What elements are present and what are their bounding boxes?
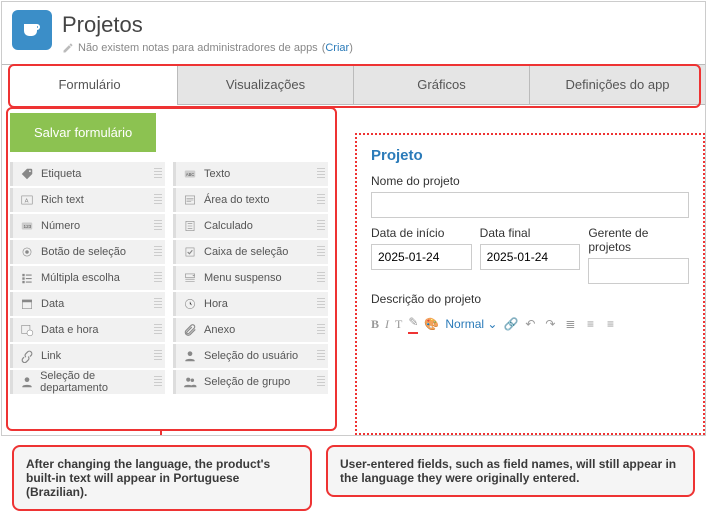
start-date-input[interactable]	[371, 244, 472, 270]
grip-icon	[317, 246, 325, 258]
start-date-label: Data de início	[371, 226, 472, 240]
link-icon	[19, 348, 35, 364]
redo-button[interactable]: ↷	[543, 317, 557, 331]
grip-icon	[317, 220, 325, 232]
attachment-icon	[182, 322, 198, 338]
svg-text:ABC: ABC	[186, 172, 194, 177]
number-list-button[interactable]: ≡	[583, 317, 597, 331]
palette-item-calendar[interactable]: Data	[10, 292, 165, 316]
user-icon	[182, 348, 198, 364]
manager-label: Gerente de projetos	[588, 226, 689, 254]
palette-button[interactable]: 🎨	[424, 317, 439, 332]
text-icon: ABC	[182, 166, 198, 182]
grip-icon	[154, 246, 162, 258]
form-area: Projeto Nome do projeto Data de início D…	[355, 133, 705, 435]
dropdown-icon	[182, 270, 198, 286]
clock-icon	[182, 296, 198, 312]
palette-item-clock[interactable]: Hora	[173, 292, 328, 316]
grip-icon	[154, 272, 162, 284]
undo-button[interactable]: ↶	[523, 317, 537, 331]
description-label: Descrição do projeto	[371, 292, 689, 306]
header: Projetos Não existem notas para administ…	[2, 2, 705, 64]
calc-icon	[182, 218, 198, 234]
pencil-icon	[62, 42, 74, 54]
callout-left: After changing the language, the product…	[12, 445, 312, 511]
palette-item-textarea[interactable]: Área do texto	[173, 188, 328, 212]
grip-icon	[317, 324, 325, 336]
richtext-toolbar: B I T ✎ 🎨 Normal ⌄ 🔗 ↶ ↷ ≣ ≡ ≡	[371, 310, 689, 338]
palette-item-dropdown[interactable]: Menu suspenso	[173, 266, 328, 290]
svg-text:A: A	[25, 198, 29, 204]
pen-button[interactable]: ✎	[408, 315, 418, 334]
tab-0[interactable]: Formulário	[2, 65, 177, 105]
calendar-icon	[19, 296, 35, 312]
tabs: FormulárioVisualizaçõesGráficosDefiniçõe…	[2, 64, 705, 105]
tag-icon	[19, 166, 35, 182]
palette-item-attachment[interactable]: Anexo	[173, 318, 328, 342]
grip-icon	[154, 324, 162, 336]
callout-right: User-entered fields, such as field names…	[326, 445, 695, 497]
tab-2[interactable]: Gráficos	[353, 65, 529, 105]
radio-icon	[19, 244, 35, 260]
palette-item-checklist[interactable]: Múltipla escolha	[10, 266, 165, 290]
annotation-connector-left	[160, 431, 162, 435]
palette-item-calendarclock[interactable]: Data e hora	[10, 318, 165, 342]
palette-item-user[interactable]: Seleção de departamento	[10, 370, 165, 394]
palette-item-radio[interactable]: Botão de seleção	[10, 240, 165, 264]
grip-icon	[154, 168, 162, 180]
app-icon	[12, 10, 52, 50]
grip-icon	[317, 350, 325, 362]
textcolor-button[interactable]: T	[395, 317, 402, 332]
checklist-icon	[19, 270, 35, 286]
grip-icon	[317, 298, 325, 310]
grip-icon	[154, 194, 162, 206]
manager-input[interactable]	[588, 258, 689, 284]
bold-button[interactable]: B	[371, 317, 379, 332]
textarea-icon	[182, 192, 198, 208]
italic-button[interactable]: I	[385, 317, 389, 332]
palette-item-tag[interactable]: Etiqueta	[10, 162, 165, 186]
page-title: Projetos	[62, 12, 353, 38]
palette-item-richtext[interactable]: ARich text	[10, 188, 165, 212]
palette-item-link[interactable]: Link	[10, 344, 165, 368]
tab-3[interactable]: Definições do app	[529, 65, 705, 105]
svg-text:123: 123	[24, 224, 32, 229]
create-note-link[interactable]: Criar	[325, 42, 349, 54]
subtitle: Não existem notas para administradores d…	[62, 42, 353, 54]
end-date-input[interactable]	[480, 244, 581, 270]
palette-item-users[interactable]: Seleção de grupo	[173, 370, 328, 394]
calendarclock-icon	[19, 322, 35, 338]
palette-item-calc[interactable]: Calculado	[173, 214, 328, 238]
grip-icon	[317, 272, 325, 284]
outdent-button[interactable]: ≡	[603, 317, 617, 331]
bullet-list-button[interactable]: ≣	[563, 317, 577, 331]
style-dropdown[interactable]: Normal ⌄	[445, 317, 497, 331]
palette-item-number[interactable]: 123Número	[10, 214, 165, 238]
project-name-input[interactable]	[371, 192, 689, 218]
left-panel: Salvar formulário EtiquetaARich text123N…	[10, 113, 335, 435]
richtext-icon: A	[19, 192, 35, 208]
grip-icon	[154, 298, 162, 310]
number-icon: 123	[19, 218, 35, 234]
grip-icon	[154, 220, 162, 232]
grip-icon	[154, 376, 162, 388]
right-panel: Projeto Nome do projeto Data de início D…	[335, 113, 705, 435]
save-form-button[interactable]: Salvar formulário	[10, 113, 156, 152]
checkbox-icon	[182, 244, 198, 260]
grip-icon	[317, 194, 325, 206]
grip-icon	[317, 168, 325, 180]
palette-item-user[interactable]: Seleção do usuário	[173, 344, 328, 368]
user-icon	[19, 374, 34, 390]
form-section-title: Projeto	[371, 147, 689, 164]
palette-item-text[interactable]: ABCTexto	[173, 162, 328, 186]
tab-1[interactable]: Visualizações	[177, 65, 353, 105]
grip-icon	[154, 350, 162, 362]
grip-icon	[317, 376, 325, 388]
project-name-label: Nome do projeto	[371, 174, 689, 188]
palette-item-checkbox[interactable]: Caixa de seleção	[173, 240, 328, 264]
end-date-label: Data final	[480, 226, 581, 240]
link-button[interactable]: 🔗	[503, 317, 517, 331]
users-icon	[182, 374, 198, 390]
